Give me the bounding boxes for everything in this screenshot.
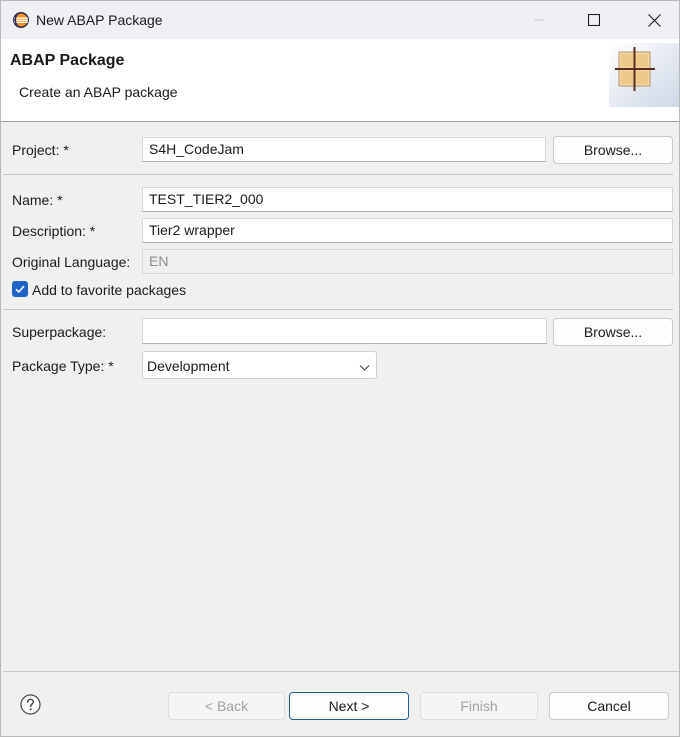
superpackage-field[interactable] [142,318,547,344]
separator [3,174,673,175]
separator [3,309,673,310]
description-label: Description: * [12,223,96,239]
next-button[interactable]: Next > [289,692,409,720]
name-label: Name: * [12,192,63,208]
project-label: Project: * [12,142,69,158]
footer-separator [3,671,679,672]
favorite-checkbox[interactable] [12,281,28,297]
chevron-down-icon [359,360,370,376]
package-type-value: Development [147,358,230,374]
checkmark-icon [15,285,25,294]
window-title: New ABAP Package [36,12,163,28]
back-button[interactable]: < Back [168,692,285,720]
description-field[interactable]: Tier2 wrapper [142,218,673,243]
original-language-label: Original Language: [12,254,131,270]
superpackage-browse-button[interactable]: Browse... [553,318,673,346]
maximize-icon [588,14,600,26]
package-type-label: Package Type: * [12,358,114,374]
dialog-window: New ABAP Package ABAP Package Create an … [0,0,680,737]
name-field[interactable]: TEST_TIER2_000 [142,187,673,212]
title-bar: New ABAP Package [1,1,679,39]
minimize-icon [534,19,544,21]
close-icon [647,13,661,27]
banner-description: Create an ABAP package [19,84,178,100]
close-button[interactable] [625,1,680,39]
package-wizard-icon [609,43,679,107]
favorite-label[interactable]: Add to favorite packages [32,282,186,298]
eclipse-icon [12,11,30,29]
project-browse-button[interactable]: Browse... [553,136,673,164]
wizard-banner: ABAP Package Create an ABAP package [1,39,679,122]
maximize-button[interactable] [565,1,623,39]
minimize-button[interactable] [510,1,568,39]
package-type-select[interactable]: Development [142,351,377,379]
finish-button[interactable]: Finish [420,692,538,720]
original-language-field: EN [142,249,673,274]
cancel-button[interactable]: Cancel [549,692,669,720]
superpackage-label: Superpackage: [12,324,107,340]
help-icon[interactable] [20,694,41,715]
project-field[interactable]: S4H_CodeJam [142,137,546,162]
banner-title: ABAP Package [10,52,125,69]
